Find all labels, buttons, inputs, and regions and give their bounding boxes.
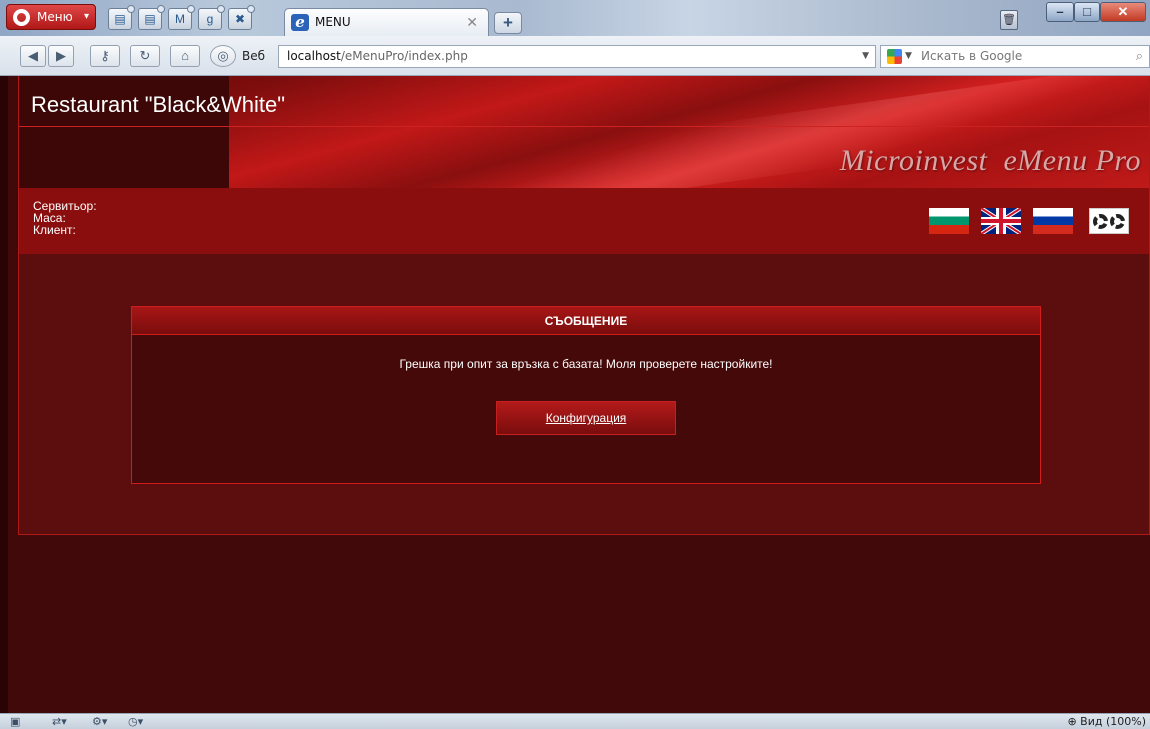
- new-tab-button[interactable]: +: [494, 12, 522, 34]
- product-name-part2: eMenu Pro: [1003, 144, 1141, 177]
- close-window-button[interactable]: ✕: [1100, 2, 1146, 22]
- url-host: localhost: [287, 49, 341, 63]
- browser-status-bar: ▣ ⇄▾ ⚙▾ ◷▾ ⊕ Вид (100%): [0, 713, 1150, 729]
- wand-key-button[interactable]: ⚷: [90, 45, 120, 67]
- restaurant-name: Restaurant "Black&White": [31, 92, 286, 117]
- product-logo: Microinvest eMenu Pro: [840, 144, 1141, 178]
- browser-title-bar: Меню ▾ ▤ ▤ M g ✖ e MENU ✕ + 🗑 – □ ✕: [0, 0, 1150, 36]
- uk-flag-icon[interactable]: [981, 208, 1021, 234]
- product-name-part2-wrap: eMenu Pro: [1003, 144, 1141, 177]
- zoom-value: Вид (100%): [1080, 715, 1146, 728]
- menu-label: Меню: [37, 10, 73, 24]
- url-path: /eMenuPro/index.php: [340, 49, 468, 63]
- forward-button[interactable]: ▶: [48, 45, 74, 67]
- globe-icon[interactable]: ◎: [210, 45, 236, 67]
- chevron-down-icon[interactable]: ▼: [862, 46, 869, 67]
- sync-icon[interactable]: ⇄▾: [52, 715, 67, 728]
- search-input[interactable]: ▼ Искать в Google ⌕: [880, 45, 1150, 68]
- trash-icon[interactable]: 🗑: [1000, 10, 1018, 30]
- gear-icon[interactable]: [1089, 208, 1129, 234]
- google-panel-icon[interactable]: g: [198, 5, 225, 30]
- configuration-button[interactable]: Конфигурация: [496, 401, 676, 435]
- chevron-down-icon[interactable]: ▼: [905, 46, 912, 67]
- message-text: Грешка при опит за връзка с базата! Моля…: [399, 357, 773, 371]
- notes-panel-icon[interactable]: ▤: [138, 5, 165, 30]
- page-viewport: Restaurant "Black&White" Microinvest eMe…: [8, 76, 1150, 713]
- product-name-part1: Microinvest: [839, 144, 988, 177]
- panel-toggle-icon[interactable]: ▣: [10, 715, 20, 728]
- gear-shape: [1093, 214, 1108, 229]
- mail-panel-icon[interactable]: M: [168, 5, 195, 30]
- chevron-down-icon: ▾: [83, 11, 89, 22]
- opera-logo-icon: [13, 9, 30, 26]
- search-icon[interactable]: ⌕: [1136, 46, 1143, 67]
- notes-panel-icon[interactable]: ▤: [108, 5, 135, 30]
- banner-rule: [19, 126, 1149, 127]
- tab-title: MENU: [315, 15, 351, 29]
- extension-panel-icon[interactable]: ✖: [228, 5, 255, 30]
- tab-menu[interactable]: e MENU ✕: [284, 8, 489, 36]
- speed-icon[interactable]: ◷▾: [128, 715, 143, 728]
- reload-button[interactable]: ↻: [130, 45, 160, 67]
- browser-toolbar: ◀ ▶ ⚷ ↻ ⌂ ◎ Веб localhost/eMenuPro/index…: [0, 36, 1150, 76]
- ie-favicon-icon: e: [291, 14, 309, 31]
- minimize-button[interactable]: –: [1046, 2, 1074, 22]
- address-field[interactable]: localhost/eMenuPro/index.php ▼: [278, 45, 876, 68]
- ru-flag-icon[interactable]: [1033, 208, 1073, 234]
- close-icon[interactable]: ✕: [466, 14, 478, 31]
- header-banner: Restaurant "Black&White" Microinvest eMe…: [19, 76, 1149, 188]
- search-placeholder: Искать в Google: [921, 49, 1023, 63]
- bg-flag-icon[interactable]: [929, 208, 969, 234]
- google-icon[interactable]: [887, 49, 902, 64]
- web-label: Веб: [242, 49, 266, 63]
- message-title: СЪОБЩЕНИЕ: [132, 307, 1040, 335]
- session-info-bar: Сервитьор: Маса: Клиент:: [19, 188, 1149, 254]
- client-label: Клиент:: [33, 223, 76, 237]
- zoom-label[interactable]: ⊕ Вид (100%): [1067, 715, 1146, 728]
- home-button[interactable]: ⌂: [170, 45, 200, 67]
- message-dialog: СЪОБЩЕНИЕ Грешка при опит за връзка с ба…: [131, 306, 1041, 484]
- maximize-button[interactable]: □: [1074, 2, 1100, 22]
- flag-cross-red: [999, 208, 1003, 234]
- turbo-icon[interactable]: ⚙▾: [92, 715, 107, 728]
- back-button[interactable]: ◀: [20, 45, 46, 67]
- opera-menu-button[interactable]: Меню ▾: [6, 4, 96, 30]
- app-frame: Restaurant "Black&White" Microinvest eMe…: [18, 76, 1150, 535]
- gear-shape: [1110, 214, 1125, 229]
